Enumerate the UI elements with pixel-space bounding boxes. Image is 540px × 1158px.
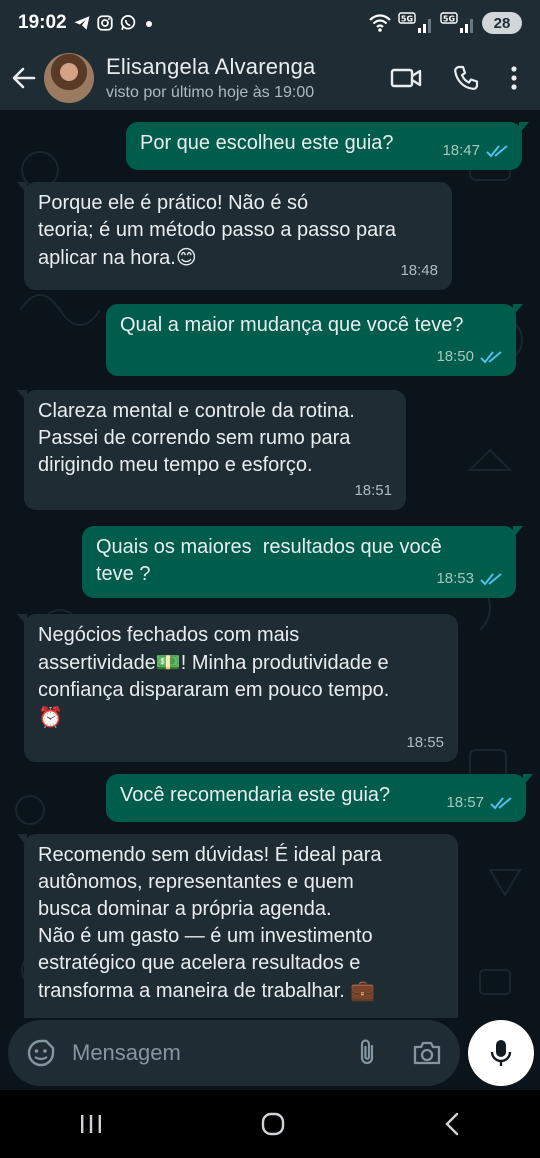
message-time: 18:57 <box>446 794 484 811</box>
status-bar: 19:02 5G 5G 28 <box>0 0 540 46</box>
voice-message-button[interactable] <box>468 1020 534 1086</box>
message-time: 18:48 <box>400 262 438 279</box>
voice-call-icon[interactable] <box>452 64 480 92</box>
message-outgoing[interactable]: Por que escolheu este guia? 18:47 <box>126 122 529 170</box>
signal-5g-icon-2: 5G <box>440 12 473 33</box>
message-outgoing[interactable]: Você recomendaria este guia? 18:57 <box>106 774 533 822</box>
alarm-clock-emoji: ⏰ <box>38 705 63 729</box>
message-time: 18:50 <box>436 348 474 365</box>
chat-area[interactable]: Por que escolheu este guia? 18:47 Porque… <box>0 110 540 1022</box>
money-emoji: 💵 <box>155 650 181 674</box>
message-text: Recomendo sem dúvidas! É ideal para autô… <box>38 844 382 1002</box>
more-options-icon[interactable] <box>510 65 518 91</box>
system-nav-bar <box>0 1090 540 1158</box>
smiling-face-emoji: 😊 <box>175 245 197 269</box>
message-meta: 18:47 <box>442 137 508 164</box>
message-meta: 18:55 <box>406 729 444 756</box>
message-incoming[interactable]: Negócios fechados com mais assertividade… <box>17 614 458 762</box>
message-time: 18:51 <box>354 482 392 499</box>
double-check-icon <box>490 796 512 809</box>
dot-icon <box>145 21 152 27</box>
message-meta: 18:53 <box>436 565 502 592</box>
attach-icon[interactable] <box>356 1038 378 1068</box>
double-check-icon <box>480 350 502 363</box>
double-check-icon <box>480 572 502 585</box>
message-outgoing[interactable]: Quais os maiores resultados que você tev… <box>82 526 523 598</box>
whatsapp-icon <box>120 15 135 31</box>
back-nav-icon[interactable] <box>442 1111 462 1137</box>
message-meta: 18:48 <box>400 257 438 284</box>
last-seen-status: visto por último hoje às 19:00 <box>106 84 315 101</box>
camera-icon[interactable] <box>412 1040 442 1066</box>
message-text: Por que escolheu este guia? <box>140 132 394 154</box>
message-time: 18:55 <box>406 734 444 751</box>
chat-header: Elisangela Alvarenga visto por último ho… <box>0 46 540 110</box>
contact-info[interactable]: Elisangela Alvarenga visto por último ho… <box>106 54 390 102</box>
message-time: 18:53 <box>436 570 474 587</box>
message-composer: Mensagem <box>0 1018 540 1090</box>
message-input[interactable]: Mensagem <box>8 1020 460 1086</box>
home-icon[interactable] <box>260 1111 286 1137</box>
message-text: Você recomendaria este guia? <box>120 784 391 806</box>
contact-name: Elisangela Alvarenga <box>106 54 316 79</box>
message-meta: 18:50 <box>436 343 502 370</box>
avatar[interactable] <box>44 53 94 103</box>
message-meta: 18:57 <box>446 789 512 816</box>
message-text: Clareza mental e controle da rotina. Pas… <box>38 400 355 476</box>
message-text: Porque ele é prático! Não é só teoria; é… <box>38 192 396 269</box>
microphone-icon <box>490 1040 512 1066</box>
message-meta: 18:51 <box>354 477 392 504</box>
instagram-icon <box>96 15 113 31</box>
message-incoming[interactable]: Clareza mental e controle da rotina. Pas… <box>17 390 406 510</box>
recent-apps-icon[interactable] <box>78 1113 104 1135</box>
signal-5g-icon: 5G <box>398 12 431 33</box>
message-text: Quais os maiores resultados que você tev… <box>96 536 442 585</box>
svg-text:5G: 5G <box>443 15 455 24</box>
battery-level: 28 <box>493 14 511 32</box>
message-incoming[interactable]: Recomendo sem dúvidas! É ideal para autô… <box>17 834 458 1022</box>
double-check-icon <box>486 144 508 157</box>
message-placeholder: Mensagem <box>72 1040 181 1065</box>
battery-indicator: 28 <box>482 12 522 34</box>
message-text: Qual a maior mudança que você teve? <box>120 314 464 336</box>
telegram-icon <box>74 16 90 30</box>
message-outgoing[interactable]: Qual a maior mudança que você teve? 18:5… <box>106 304 523 376</box>
message-time: 18:47 <box>442 142 480 159</box>
sticker-icon[interactable] <box>26 1038 56 1068</box>
status-time: 19:02 <box>18 12 67 33</box>
video-call-icon[interactable] <box>390 66 422 90</box>
briefcase-emoji: 💼 <box>350 978 376 1002</box>
arrow-left-icon <box>12 67 36 89</box>
wifi-icon <box>369 14 391 32</box>
back-button[interactable] <box>4 65 44 91</box>
svg-text:5G: 5G <box>401 15 413 24</box>
message-incoming[interactable]: Porque ele é prático! Não é só teoria; é… <box>17 182 452 290</box>
